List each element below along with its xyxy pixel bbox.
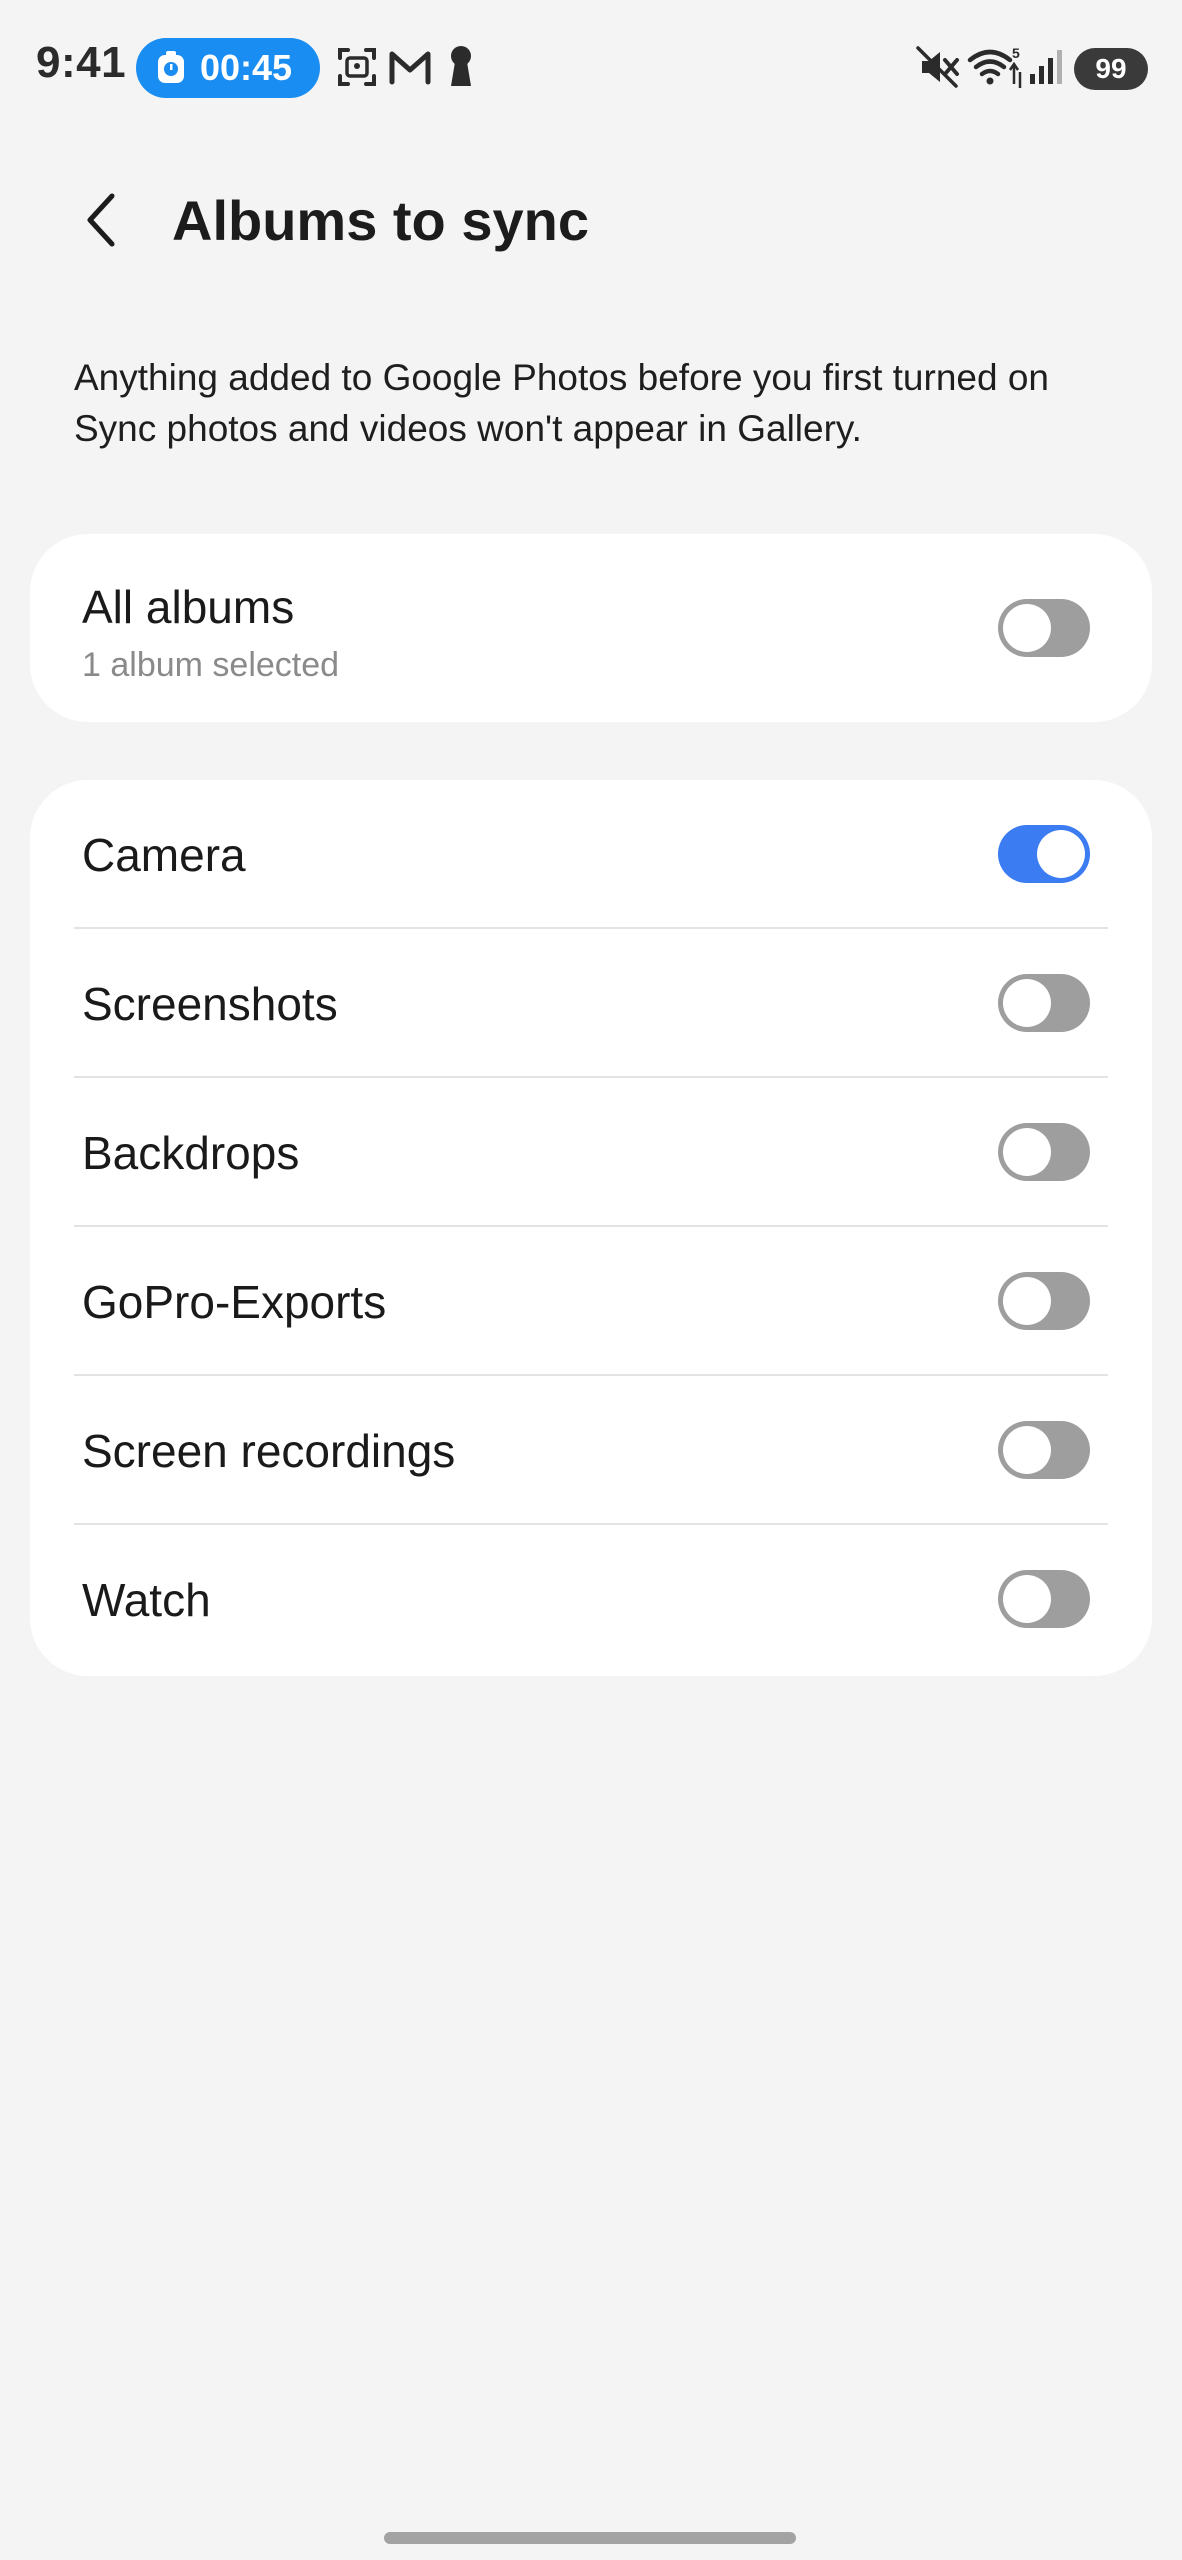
app-bar: Albums to sync bbox=[0, 170, 1182, 270]
wifi-icon: 5 bbox=[967, 45, 1022, 88]
album-row-screenshots[interactable]: Screenshots bbox=[30, 929, 1152, 1078]
album-toggle-watch[interactable] bbox=[998, 1570, 1090, 1628]
all-albums-card[interactable]: All albums 1 album selected bbox=[30, 534, 1152, 722]
toggle-knob bbox=[1003, 1277, 1051, 1325]
mute-icon bbox=[916, 46, 959, 88]
keyhole-icon bbox=[451, 46, 471, 86]
album-toggle-screenshots[interactable] bbox=[998, 974, 1090, 1032]
album-toggle-backdrops[interactable] bbox=[998, 1123, 1090, 1181]
all-albums-toggle[interactable] bbox=[998, 599, 1090, 657]
description-text: Anything added to Google Photos before y… bbox=[74, 357, 1049, 449]
battery-indicator: 99 bbox=[1074, 48, 1148, 90]
toggle-knob bbox=[1003, 1128, 1051, 1176]
signal-icon bbox=[1030, 50, 1062, 84]
status-time: 9:41 bbox=[36, 38, 127, 87]
toggle-knob bbox=[1003, 1575, 1051, 1623]
toggle-knob bbox=[1003, 1426, 1051, 1474]
svg-text:5: 5 bbox=[1012, 45, 1020, 61]
toggle-knob bbox=[1003, 604, 1051, 652]
screen: 9:41 00:45 5 99 Albums to sync Anything … bbox=[0, 0, 1182, 2560]
home-indicator[interactable] bbox=[384, 2532, 796, 2544]
album-toggle-camera[interactable] bbox=[998, 825, 1090, 883]
page-title: Albums to sync bbox=[172, 189, 589, 252]
toggle-knob bbox=[1003, 979, 1051, 1027]
chevron-left-icon bbox=[87, 193, 115, 247]
album-label: Screenshots bbox=[82, 977, 338, 1030]
timer-chip[interactable]: 00:45 bbox=[136, 38, 320, 98]
stopwatch-icon bbox=[156, 51, 186, 85]
back-button[interactable] bbox=[66, 184, 138, 256]
album-list-card: Camera Screenshots Backdrops GoPro-Expor… bbox=[30, 780, 1152, 1676]
screenshot-icon bbox=[338, 48, 376, 86]
album-row-gopro-exports[interactable]: GoPro-Exports bbox=[30, 1227, 1152, 1376]
toggle-knob bbox=[1037, 830, 1085, 878]
album-label: Watch bbox=[82, 1573, 211, 1626]
album-row-screen-recordings[interactable]: Screen recordings bbox=[30, 1376, 1152, 1525]
album-row-watch[interactable]: Watch bbox=[30, 1525, 1152, 1674]
timer-text: 00:45 bbox=[200, 47, 293, 88]
album-row-camera[interactable]: Camera bbox=[30, 780, 1152, 929]
status-bar: 9:41 00:45 5 99 bbox=[0, 0, 1182, 140]
gmail-icon bbox=[389, 51, 431, 85]
album-label: Backdrops bbox=[82, 1126, 300, 1179]
album-toggle-gopro-exports[interactable] bbox=[998, 1272, 1090, 1330]
album-label: Camera bbox=[82, 828, 246, 881]
album-label: Screen recordings bbox=[82, 1424, 456, 1477]
all-albums-title: All albums bbox=[82, 581, 295, 633]
album-label: GoPro-Exports bbox=[82, 1275, 387, 1328]
album-toggle-screen-recordings[interactable] bbox=[998, 1421, 1090, 1479]
album-row-backdrops[interactable]: Backdrops bbox=[30, 1078, 1152, 1227]
all-albums-subtitle: 1 album selected bbox=[82, 646, 340, 684]
